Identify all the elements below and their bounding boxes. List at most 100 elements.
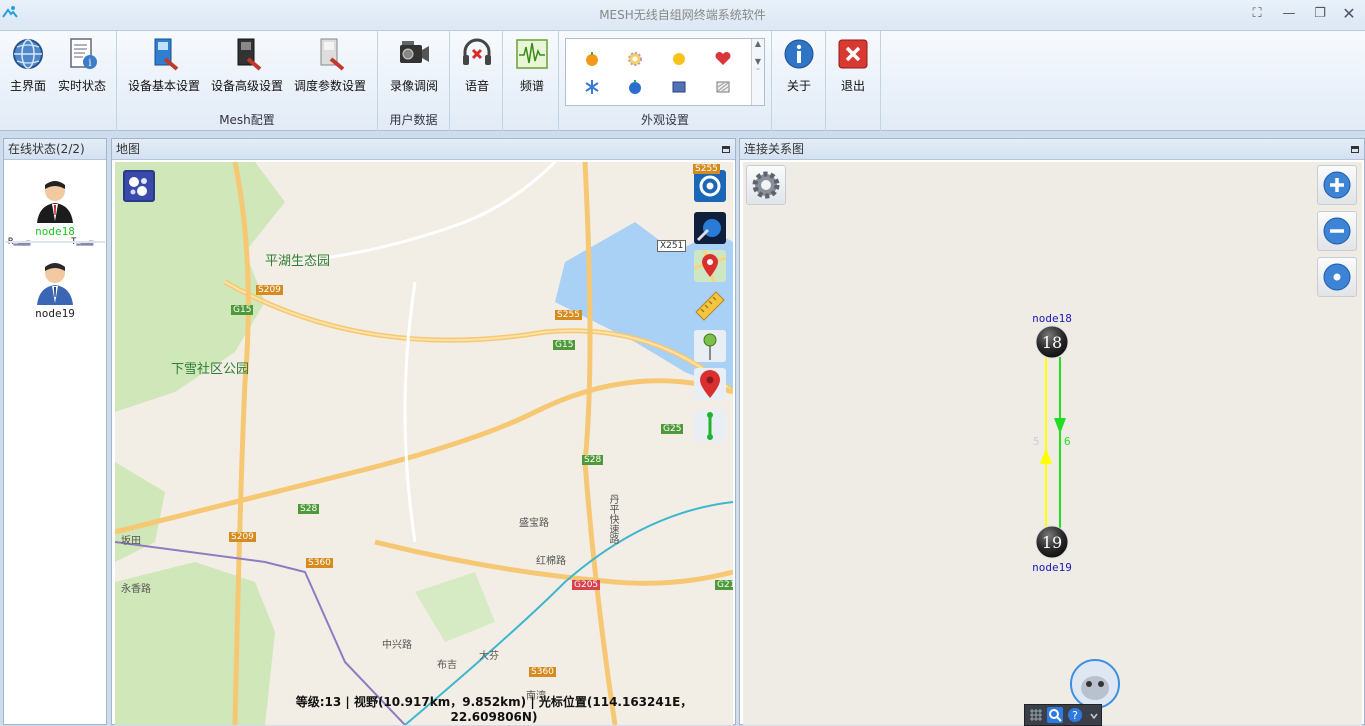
user-data-group-label: 用户数据 (389, 113, 438, 127)
flower-theme-icon[interactable] (625, 49, 645, 69)
map-label-dafen: 大芬 (479, 651, 499, 662)
about-label: 关于 (786, 79, 811, 93)
recording-button[interactable]: 录像调阅 (386, 35, 442, 99)
zoom-in-button[interactable] (1317, 165, 1357, 205)
pumpkin-theme-icon[interactable] (582, 49, 602, 69)
node-18-id: 18 (1042, 333, 1062, 352)
device-advanced-icon (237, 38, 262, 71)
search-app-icon[interactable] (1047, 707, 1063, 723)
online-status-panel: 在线状态(2/2) node18 R▂▃▄▅ T▂▃▄▅ node19 (3, 138, 107, 725)
group-user-data: 录像调阅 用户数据 (378, 31, 450, 131)
close-button[interactable]: ✕ (1338, 5, 1360, 23)
voice-button[interactable]: 语音 (456, 35, 498, 99)
basic-settings-button[interactable]: 设备基本设置 (127, 35, 201, 99)
center-icon (1323, 263, 1351, 291)
link-19-to-18-arrow (1040, 448, 1052, 464)
center-button[interactable] (1317, 257, 1357, 297)
zoom-out-button[interactable] (1317, 211, 1357, 251)
document-info-icon: i (70, 38, 97, 69)
device-settings-icon (154, 38, 179, 71)
maximize-icon[interactable] (722, 146, 730, 153)
map-label-yongxiang: 永香路 (121, 584, 151, 595)
appearance-group-label: 外观设置 (640, 113, 689, 127)
location-marker-icon[interactable] (694, 368, 726, 400)
link-18-to-19-arrow (1054, 418, 1066, 434)
road-sign-s255: S255 (555, 310, 582, 320)
realtime-status-button[interactable]: i 实时状态 (54, 35, 110, 99)
info-icon (784, 39, 814, 69)
map-title-text: 地图 (116, 142, 141, 156)
heart-theme-icon[interactable] (713, 49, 733, 69)
settings-button[interactable] (746, 165, 786, 205)
road-sign-s360: S360 (306, 558, 333, 568)
sun-theme-icon[interactable] (669, 49, 689, 69)
road-sign-g205: G205 (572, 580, 601, 590)
node-19-name: node19 (1032, 561, 1072, 574)
home-label: 主界面 (9, 79, 46, 93)
gear-icon (752, 171, 780, 199)
gallery-scrollbar[interactable]: ▲ ▼ ⁼ (751, 39, 764, 105)
video-camera-icon (400, 41, 429, 63)
keyboard-icon[interactable] (1029, 708, 1043, 722)
theme-gallery[interactable]: ▲ ▼ ⁼ (565, 38, 765, 106)
blue-square-theme-icon[interactable] (669, 77, 689, 97)
recording-label: 录像调阅 (389, 79, 438, 93)
refresh-icon[interactable] (694, 170, 726, 202)
topology-canvas[interactable]: 5 6 18 node18 19 node19 (743, 162, 1362, 725)
spectrum-label: 频谱 (519, 79, 544, 93)
user-avatar-icon (37, 263, 73, 305)
road-sign-x251: X251 (657, 240, 687, 252)
road-sign-g15: G15 (231, 305, 254, 315)
layers-button[interactable] (123, 170, 155, 202)
map-status-bar: 等级:13 | 视野(10.917km，9.852km) | 光标位置(114.… (295, 695, 693, 724)
group-voice: 语音 (450, 31, 503, 131)
pattern-theme-icon[interactable] (713, 77, 733, 97)
node-item-18[interactable]: node18 R▂▃▄▅ T▂▃▄▅ (5, 177, 105, 259)
apple-theme-icon[interactable] (625, 77, 645, 97)
exit-label: 退出 (840, 79, 865, 93)
svg-text:?: ? (1072, 709, 1078, 722)
road-sign-s28: S28 (298, 504, 320, 514)
map-base (115, 162, 733, 725)
snowflake-theme-icon[interactable] (582, 77, 602, 97)
map-label-bantian: 坂田 (121, 536, 141, 547)
home-button[interactable]: 主界面 (6, 35, 50, 99)
fullscreen-button[interactable]: ⛶ (1246, 5, 1268, 23)
group-exit: 退出 (826, 31, 881, 131)
topology-title: 连接关系图 (740, 139, 1364, 160)
map-pin-icon[interactable] (694, 250, 726, 282)
road-sign-g25: G25 (661, 424, 684, 434)
schedule-params-button[interactable]: 调度参数设置 (293, 35, 367, 99)
map-label-zhongxing: 中兴路 (382, 640, 412, 651)
measure-line-icon[interactable] (694, 410, 726, 442)
maximize-icon[interactable] (1351, 146, 1359, 153)
restore-button[interactable]: ❐ (1309, 5, 1331, 23)
zoom-out-icon (1323, 217, 1351, 245)
ruler-icon[interactable] (694, 290, 726, 322)
topology-title-text: 连接关系图 (744, 142, 805, 156)
push-pin-icon[interactable] (694, 330, 726, 362)
node-item-19[interactable]: node19 (5, 259, 105, 339)
node19-label: node19 (35, 307, 75, 320)
window-title: MESH无线自组网终端系统软件 (599, 8, 766, 22)
group-appearance: ▲ ▼ ⁼ 外观设置 (559, 31, 772, 131)
advanced-settings-button[interactable]: 设备高级设置 (210, 35, 284, 99)
voice-label: 语音 (464, 79, 489, 93)
map-label-pinghu: 平湖生态园 (265, 254, 331, 269)
headset-icon (463, 38, 491, 65)
about-button[interactable]: 关于 (778, 35, 820, 99)
system-tray: ? (1024, 704, 1102, 726)
map-label-buji: 布吉 (437, 660, 457, 671)
map-label-hongmian: 红棉路 (536, 556, 566, 567)
node-divider (5, 241, 105, 243)
spectrum-button[interactable]: 频谱 (511, 35, 553, 99)
help-icon[interactable]: ? (1067, 707, 1083, 723)
satellite-icon[interactable] (694, 212, 726, 244)
exit-button[interactable]: 退出 (832, 35, 874, 99)
map-title: 地图 (112, 139, 735, 160)
tray-expand-icon[interactable] (1089, 710, 1099, 722)
assistant-mascot-icon[interactable] (1069, 658, 1121, 710)
minimize-button[interactable]: — (1278, 5, 1300, 23)
group-main: 主界面 i 实时状态 (0, 31, 117, 131)
map-canvas[interactable]: 平湖生态园 下雪社区公园 S209 G15 G15 S255 S255 X251… (115, 162, 733, 725)
